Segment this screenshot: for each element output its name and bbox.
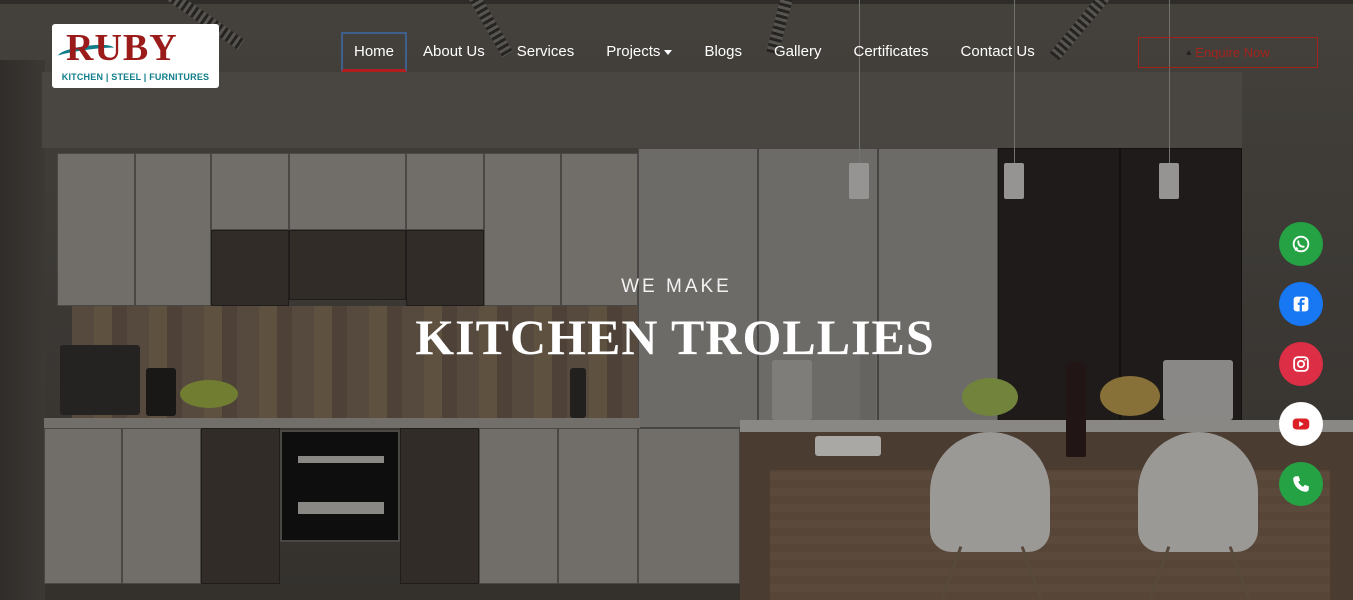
caret-down-icon	[664, 49, 673, 55]
facebook-button[interactable]	[1279, 282, 1323, 326]
nav-about-us[interactable]: About Us	[407, 32, 501, 72]
instagram-icon	[1293, 356, 1309, 372]
phone-button[interactable]	[1279, 462, 1323, 506]
enquire-now-label: Enquire Now	[1195, 45, 1270, 60]
arrow-icon: ▴	[1186, 47, 1192, 58]
whatsapp-icon	[1292, 235, 1310, 253]
nav-projects-label: Projects	[606, 43, 661, 60]
youtube-button[interactable]	[1279, 402, 1323, 446]
facebook-icon	[1293, 296, 1309, 312]
brand-logo[interactable]: RUBY KITCHEN | STEEL | FURNITURES	[52, 24, 219, 88]
nav-services[interactable]: Services	[501, 32, 591, 72]
nav-contact-us[interactable]: Contact Us	[945, 32, 1051, 72]
main-nav: Home About Us Services Projects Blogs Ga…	[341, 32, 1051, 72]
whatsapp-button[interactable]	[1279, 222, 1323, 266]
enquire-now-button[interactable]: ▴ Enquire Now	[1138, 37, 1318, 68]
hero-headline: KITCHEN TROLLIES	[415, 309, 935, 365]
hero-background	[0, 0, 1353, 600]
nav-blogs[interactable]: Blogs	[688, 32, 758, 72]
phone-icon	[1293, 476, 1309, 492]
hero-overlay	[0, 0, 1353, 600]
nav-projects[interactable]: Projects	[590, 32, 688, 72]
nav-certificates[interactable]: Certificates	[837, 32, 944, 72]
nav-gallery[interactable]: Gallery	[758, 32, 838, 72]
logo-wordmark: RUBY	[66, 27, 178, 69]
logo-tagline: KITCHEN | STEEL | FURNITURES	[61, 72, 210, 82]
hero-eyebrow: WE MAKE	[621, 276, 732, 297]
instagram-button[interactable]	[1279, 342, 1323, 386]
youtube-icon	[1292, 418, 1310, 430]
nav-home[interactable]: Home	[341, 32, 408, 72]
